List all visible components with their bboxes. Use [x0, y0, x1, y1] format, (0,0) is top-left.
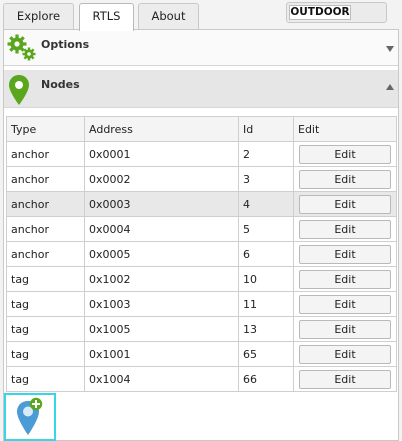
cell-type: anchor: [6, 141, 85, 167]
nodes-table-container: Type Address Id Edit anchor 0x0001 2 Edi…: [6, 116, 397, 392]
edit-button[interactable]: Edit: [299, 269, 391, 289]
cell-id: 6: [238, 241, 294, 267]
add-node-button[interactable]: [4, 393, 56, 441]
cell-id: 2: [238, 141, 294, 167]
cell-type: tag: [6, 316, 85, 342]
cell-id: 66: [238, 366, 294, 392]
cell-address: 0x0004: [84, 216, 239, 242]
cell-type: anchor: [6, 191, 85, 217]
column-header-edit: Edit: [293, 116, 397, 142]
chevron-up-icon: [386, 84, 394, 90]
cell-id: 13: [238, 316, 294, 342]
cell-edit: Edit: [293, 191, 397, 217]
table-row[interactable]: anchor 0x0005 6 Edit: [6, 241, 397, 267]
cell-edit: Edit: [293, 241, 397, 267]
column-header-type[interactable]: Type: [6, 116, 85, 142]
table-row[interactable]: tag 0x1001 65 Edit: [6, 341, 397, 367]
cell-edit: Edit: [293, 216, 397, 242]
cell-address: 0x1004: [84, 366, 239, 392]
edit-button[interactable]: Edit: [299, 194, 391, 214]
table-row[interactable]: tag 0x1005 13 Edit: [6, 316, 397, 342]
table-row[interactable]: anchor 0x0004 5 Edit: [6, 216, 397, 242]
nodes-accordion-header[interactable]: Nodes: [4, 70, 398, 108]
cell-edit: Edit: [293, 316, 397, 342]
tab-about[interactable]: About: [138, 3, 199, 30]
cell-address: 0x0001: [84, 141, 239, 167]
outdoor-toggle[interactable]: OUTDOOR: [286, 2, 387, 23]
tab-rtls[interactable]: RTLS: [79, 3, 134, 31]
edit-button[interactable]: Edit: [299, 294, 391, 314]
cell-type: anchor: [6, 216, 85, 242]
cell-address: 0x0002: [84, 166, 239, 192]
edit-button[interactable]: Edit: [299, 144, 391, 164]
cell-type: tag: [6, 266, 85, 292]
cell-address: 0x1002: [84, 266, 239, 292]
chevron-down-icon: [386, 46, 394, 52]
outdoor-label: OUTDOOR: [289, 5, 351, 20]
cell-id: 65: [238, 341, 294, 367]
edit-button[interactable]: Edit: [299, 169, 391, 189]
table-row[interactable]: anchor 0x0001 2 Edit: [6, 141, 397, 167]
edit-button[interactable]: Edit: [299, 369, 391, 389]
cell-id: 11: [238, 291, 294, 317]
rtls-panel: Options Nodes Type Address Id Edit ancho…: [3, 29, 399, 441]
table-header-row: Type Address Id Edit: [6, 116, 397, 142]
add-location-icon: [17, 397, 43, 435]
edit-button[interactable]: Edit: [299, 244, 391, 264]
cell-edit: Edit: [293, 141, 397, 167]
table-row[interactable]: tag 0x1004 66 Edit: [6, 366, 397, 392]
cell-edit: Edit: [293, 166, 397, 192]
gears-icon: [7, 34, 36, 61]
cell-type: tag: [6, 291, 85, 317]
cell-id: 4: [238, 191, 294, 217]
table-row[interactable]: tag 0x1002 10 Edit: [6, 266, 397, 292]
table-row[interactable]: anchor 0x0002 3 Edit: [6, 166, 397, 192]
options-accordion-header[interactable]: Options: [4, 30, 398, 66]
options-title: Options: [41, 38, 90, 51]
tab-explore[interactable]: Explore: [3, 3, 74, 30]
cell-edit: Edit: [293, 366, 397, 392]
tab-bar: Explore RTLS About OUTDOOR: [0, 0, 402, 31]
map-pin-icon: [9, 75, 29, 105]
cell-edit: Edit: [293, 341, 397, 367]
cell-type: tag: [6, 366, 85, 392]
cell-address: 0x0003: [84, 191, 239, 217]
cell-address: 0x1001: [84, 341, 239, 367]
edit-button[interactable]: Edit: [299, 319, 391, 339]
nodes-table: Type Address Id Edit anchor 0x0001 2 Edi…: [6, 116, 397, 392]
cell-id: 5: [238, 216, 294, 242]
cell-address: 0x1003: [84, 291, 239, 317]
cell-address: 0x1005: [84, 316, 239, 342]
cell-type: tag: [6, 341, 85, 367]
column-header-id[interactable]: Id: [238, 116, 294, 142]
cell-edit: Edit: [293, 266, 397, 292]
cell-edit: Edit: [293, 291, 397, 317]
table-row-selected[interactable]: anchor 0x0003 4 Edit: [6, 191, 397, 217]
column-header-address[interactable]: Address: [84, 116, 239, 142]
cell-id: 10: [238, 266, 294, 292]
cell-type: anchor: [6, 166, 85, 192]
nodes-title: Nodes: [41, 78, 80, 91]
edit-button[interactable]: Edit: [299, 219, 391, 239]
cell-address: 0x0005: [84, 241, 239, 267]
table-row[interactable]: tag 0x1003 11 Edit: [6, 291, 397, 317]
cell-id: 3: [238, 166, 294, 192]
edit-button[interactable]: Edit: [299, 344, 391, 364]
cell-type: anchor: [6, 241, 85, 267]
